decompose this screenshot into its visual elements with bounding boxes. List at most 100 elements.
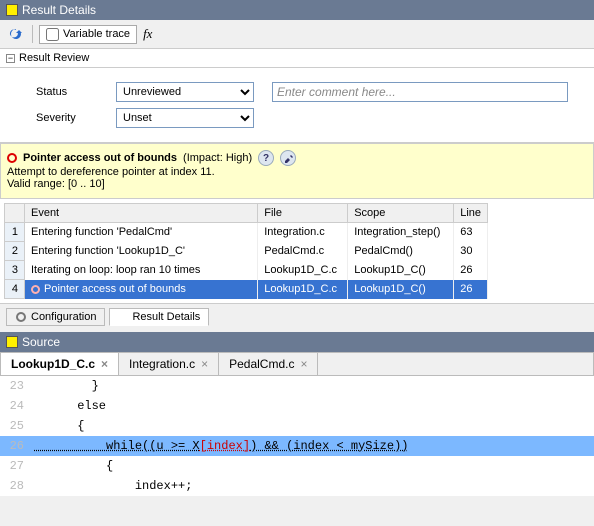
tools-icon[interactable]: [280, 150, 296, 166]
finding-detail-2: Valid range: [0 .. 10]: [7, 178, 587, 190]
table-row[interactable]: 1 Entering function 'PedalCmd' Integrati…: [5, 223, 488, 242]
src-tab-label: Lookup1D_C.c: [11, 357, 95, 371]
trace-header-row: Event File Scope Line: [5, 204, 488, 223]
col-file[interactable]: File: [258, 204, 348, 223]
status-label: Status: [36, 86, 116, 98]
result-review-title: Result Review: [19, 52, 89, 64]
source-tab-integration[interactable]: Integration.c ×: [119, 353, 219, 375]
code-line: 27 {: [0, 456, 594, 476]
status-row: Status Unreviewed Enter comment here...: [36, 82, 594, 102]
tab-label: Result Details: [132, 311, 200, 323]
code-text: }: [34, 379, 99, 393]
code-line: 28 index++;: [0, 476, 594, 496]
row-num: 3: [5, 261, 25, 280]
source-tab-pedalcmd[interactable]: PedalCmd.c ×: [219, 353, 318, 375]
row-event: Entering function 'Lookup1D_C': [24, 242, 257, 261]
severity-row: Severity Unset: [36, 108, 594, 128]
line-number: 27: [0, 459, 34, 473]
panel-icon: [6, 336, 18, 348]
status-select[interactable]: Unreviewed: [116, 82, 254, 102]
row-num: 1: [5, 223, 25, 242]
code-text: else: [34, 399, 106, 413]
code-editor[interactable]: 23 } 24 else 25 { 26 while((u >= X[index…: [0, 376, 594, 496]
row-line: 26: [454, 280, 488, 299]
col-blank: [5, 204, 25, 223]
code-line-highlighted: 26 while((u >= X[index]) && (index < myS…: [0, 436, 594, 456]
code-text: {: [34, 419, 84, 433]
tab-label: Configuration: [31, 311, 96, 323]
line-number: 26: [0, 439, 34, 453]
panel-icon: [118, 312, 128, 322]
toolbar-divider: [32, 25, 33, 43]
finding-banner: Pointer access out of bounds (Impact: Hi…: [0, 143, 594, 199]
code-line: 23 }: [0, 376, 594, 396]
row-file: Lookup1D_C.c: [258, 280, 348, 299]
tab-configuration[interactable]: Configuration: [6, 308, 105, 326]
help-icon[interactable]: ?: [258, 150, 274, 166]
code-text: index++;: [34, 479, 192, 493]
source-tabs: Lookup1D_C.c × Integration.c × PedalCmd.…: [0, 352, 594, 376]
row-scope: PedalCmd(): [348, 242, 454, 261]
close-icon[interactable]: ×: [300, 357, 307, 371]
panel-icon: [6, 4, 18, 16]
panel-title: Result Details: [22, 3, 96, 17]
finding-detail-1: Attempt to dereference pointer at index …: [7, 166, 587, 178]
row-event: Pointer access out of bounds: [24, 280, 257, 299]
review-form: Status Unreviewed Enter comment here... …: [0, 68, 594, 143]
comment-input[interactable]: Enter comment here...: [272, 82, 568, 102]
code-text: {: [34, 459, 113, 473]
src-tab-label: PedalCmd.c: [229, 357, 294, 371]
variable-trace-toggle[interactable]: Variable trace: [39, 25, 137, 44]
trace-table: Event File Scope Line 1 Entering functio…: [4, 203, 488, 299]
col-scope[interactable]: Scope: [348, 204, 454, 223]
bottom-tabs: Configuration Result Details: [0, 303, 594, 330]
line-number: 24: [0, 399, 34, 413]
row-scope: Lookup1D_C(): [348, 261, 454, 280]
code-line: 24 else: [0, 396, 594, 416]
error-circle-icon: [31, 285, 40, 294]
finding-title: Pointer access out of bounds: [23, 152, 177, 164]
toolbar: Variable trace fx: [0, 20, 594, 49]
row-scope: Integration_step(): [348, 223, 454, 242]
table-row-selected[interactable]: 4 Pointer access out of bounds Lookup1D_…: [5, 280, 488, 299]
row-num: 4: [5, 280, 25, 299]
variable-trace-label: Variable trace: [63, 28, 130, 40]
table-row[interactable]: 2 Entering function 'Lookup1D_C' PedalCm…: [5, 242, 488, 261]
code-line: 25 {: [0, 416, 594, 436]
col-event[interactable]: Event: [24, 204, 257, 223]
row-num: 2: [5, 242, 25, 261]
line-number: 25: [0, 419, 34, 433]
row-event: Entering function 'PedalCmd': [24, 223, 257, 242]
row-file: PedalCmd.c: [258, 242, 348, 261]
close-icon[interactable]: ×: [101, 357, 108, 371]
fx-icon[interactable]: fx: [143, 26, 152, 42]
src-tab-label: Integration.c: [129, 357, 195, 371]
collapse-icon[interactable]: −: [6, 54, 15, 63]
result-details-header: Result Details: [0, 0, 594, 20]
row-line: 26: [454, 261, 488, 280]
source-title: Source: [22, 335, 60, 349]
refresh-icon[interactable]: [6, 24, 26, 44]
row-scope: Lookup1D_C(): [348, 280, 454, 299]
row-event: Iterating on loop: loop ran 10 times: [24, 261, 257, 280]
row-line: 30: [454, 242, 488, 261]
finding-title-row: Pointer access out of bounds (Impact: Hi…: [7, 150, 587, 166]
row-file: Integration.c: [258, 223, 348, 242]
line-number: 28: [0, 479, 34, 493]
close-icon[interactable]: ×: [201, 357, 208, 371]
source-header: Source: [0, 332, 594, 352]
tab-result-details[interactable]: Result Details: [109, 308, 209, 326]
variable-trace-checkbox[interactable]: [46, 28, 59, 41]
result-review-header: − Result Review: [0, 49, 594, 68]
col-line[interactable]: Line: [454, 204, 488, 223]
source-tab-lookup[interactable]: Lookup1D_C.c ×: [1, 353, 119, 375]
severity-label: Severity: [36, 112, 116, 124]
code-text: while((u >= X[index]) && (index < mySize…: [34, 439, 409, 453]
comment-placeholder: Enter comment here...: [277, 85, 396, 99]
line-number: 23: [0, 379, 34, 393]
row-line: 63: [454, 223, 488, 242]
finding-impact: (Impact: High): [183, 152, 252, 164]
row-file: Lookup1D_C.c: [258, 261, 348, 280]
table-row[interactable]: 3 Iterating on loop: loop ran 10 times L…: [5, 261, 488, 280]
severity-select[interactable]: Unset: [116, 108, 254, 128]
